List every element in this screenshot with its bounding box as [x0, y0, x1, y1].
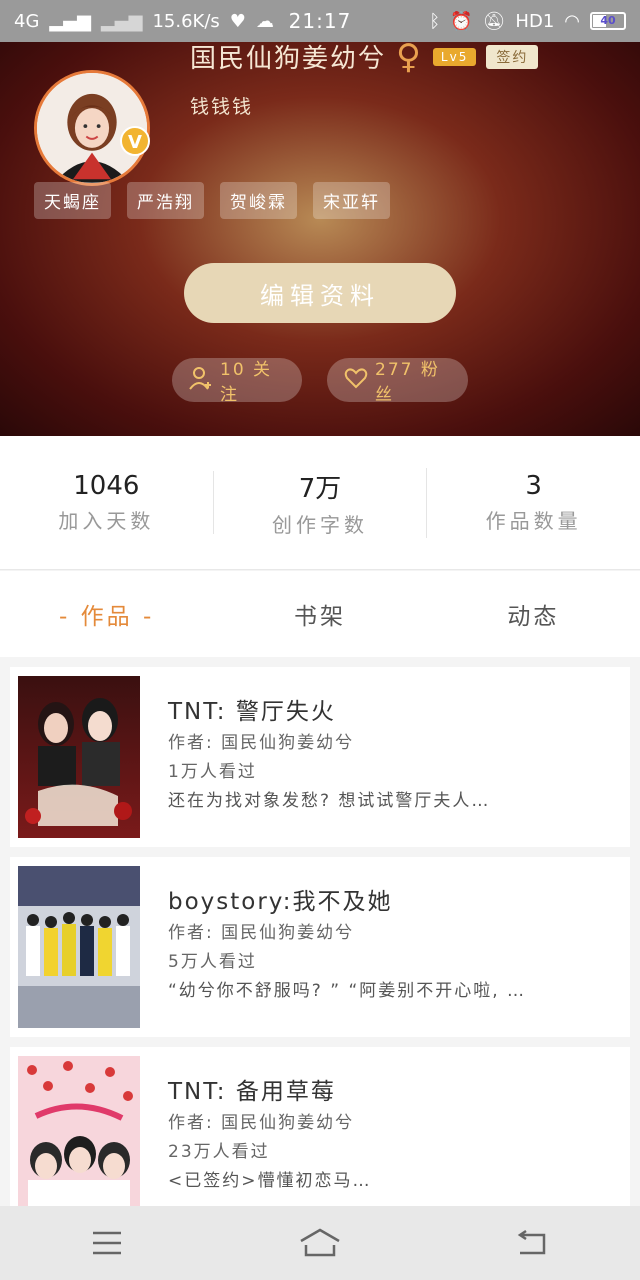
tab-bookshelf[interactable]: 书架 [213, 597, 426, 631]
back-icon [518, 1229, 546, 1255]
add-user-icon [188, 365, 214, 396]
stat-works-count: 3 作品数量 [427, 471, 640, 534]
work-views: 5万人看过 [168, 952, 257, 972]
back-button[interactable] [503, 1218, 563, 1268]
fans-button[interactable]: 277 粉丝 [327, 358, 468, 405]
book-cover[interactable] [18, 676, 140, 838]
work-title[interactable]: TNT: 备用草莓 [168, 1078, 372, 1107]
stat-word-count: 7万 创作字数 [214, 467, 428, 538]
following-button[interactable]: 10 关注 [172, 358, 302, 405]
stat-value: 7万 [298, 473, 342, 504]
verified-badge: V [120, 126, 150, 156]
stat-value: 3 [525, 471, 542, 501]
work-title[interactable]: TNT: 警厅失火 [168, 698, 490, 727]
work-card[interactable]: TNT: 警厅失火 作者: 国民仙狗姜幼兮 1万人看过 还在为找对象发愁? 想试… [10, 667, 630, 847]
battery-icon: 40 [590, 12, 626, 30]
stat-value: 1046 [73, 471, 140, 501]
female-icon: ♀ [396, 42, 423, 77]
work-description: “幼兮你不舒服吗? ” “阿姜别不开心啦, … [168, 981, 527, 1001]
work-description: <已签约>懵懂初恋马… [168, 1171, 372, 1191]
home-icon [300, 1228, 340, 1257]
tag[interactable]: 宋亚轩 [313, 182, 390, 219]
works-list: TNT: 警厅失火 作者: 国民仙狗姜幼兮 1万人看过 还在为找对象发愁? 想试… [10, 667, 630, 1237]
menu-button[interactable] [77, 1218, 137, 1268]
clock: 21:17 [288, 9, 352, 33]
work-card[interactable]: TNT: 备用草莓 作者: 国民仙狗姜幼兮 23万人看过 <已签约>懵懂初恋马… [10, 1047, 630, 1227]
tab-activity[interactable]: 动态 [427, 597, 640, 631]
username: 国民仙狗姜幼兮 [190, 44, 387, 74]
stats-row: 1046 加入天数 7万 创作字数 3 作品数量 [0, 436, 640, 570]
system-nav-bar [0, 1206, 640, 1280]
level-badge: Lv5 [432, 47, 477, 66]
username-row: 国民仙狗姜幼兮 ♀ Lv5 签约 [190, 42, 539, 77]
signed-badge: 签约 [486, 44, 539, 69]
book-cover[interactable] [18, 1056, 140, 1218]
work-card[interactable]: boystory:我不及她 作者: 国民仙狗姜幼兮 5万人看过 “幼兮你不舒服吗… [10, 857, 630, 1037]
tab-works[interactable]: - 作品 - [0, 597, 213, 631]
home-button[interactable] [290, 1218, 350, 1268]
work-title[interactable]: boystory:我不及她 [168, 888, 526, 917]
stat-label: 创作字数 [272, 512, 368, 537]
heart-icon [343, 365, 369, 396]
tag[interactable]: 天蝎座 [34, 182, 111, 219]
work-author: 作者: 国民仙狗姜幼兮 [168, 733, 355, 753]
profile-signature: 钱钱钱 [190, 96, 254, 118]
stat-label: 作品数量 [485, 509, 582, 533]
following-count: 10 关注 [220, 360, 273, 405]
fans-count: 277 粉丝 [375, 360, 440, 405]
book-cover[interactable] [18, 866, 140, 1028]
work-description: 还在为找对象发愁? 想试试警厅夫人… [168, 791, 491, 811]
work-author: 作者: 国民仙狗姜幼兮 [168, 923, 355, 943]
work-views: 1万人看过 [168, 762, 257, 782]
tag[interactable]: 严浩翔 [127, 182, 204, 219]
tag[interactable]: 贺峻霖 [220, 182, 297, 219]
work-views: 23万人看过 [168, 1142, 270, 1162]
profile-header: V 国民仙狗姜幼兮 ♀ Lv5 签约 钱钱钱 天蝎座 严浩翔 贺峻霖 宋亚轩 编… [0, 42, 640, 436]
edit-profile-button[interactable]: 编辑资料 [184, 263, 456, 323]
tab-bar: - 作品 - 书架 动态 [0, 571, 640, 657]
menu-icon [92, 1231, 121, 1255]
stat-label: 加入天数 [58, 509, 155, 533]
stat-join-days: 1046 加入天数 [0, 471, 214, 534]
status-bar: 4G ▂▄▆ ▂▄▆ 15.6K/s ♥ ☁ 21:17 ᛒ ⏰ 🔕︎ HD1 … [0, 0, 640, 42]
work-author: 作者: 国民仙狗姜幼兮 [168, 1113, 355, 1133]
tag-list: 天蝎座 严浩翔 贺峻霖 宋亚轩 [34, 182, 390, 219]
